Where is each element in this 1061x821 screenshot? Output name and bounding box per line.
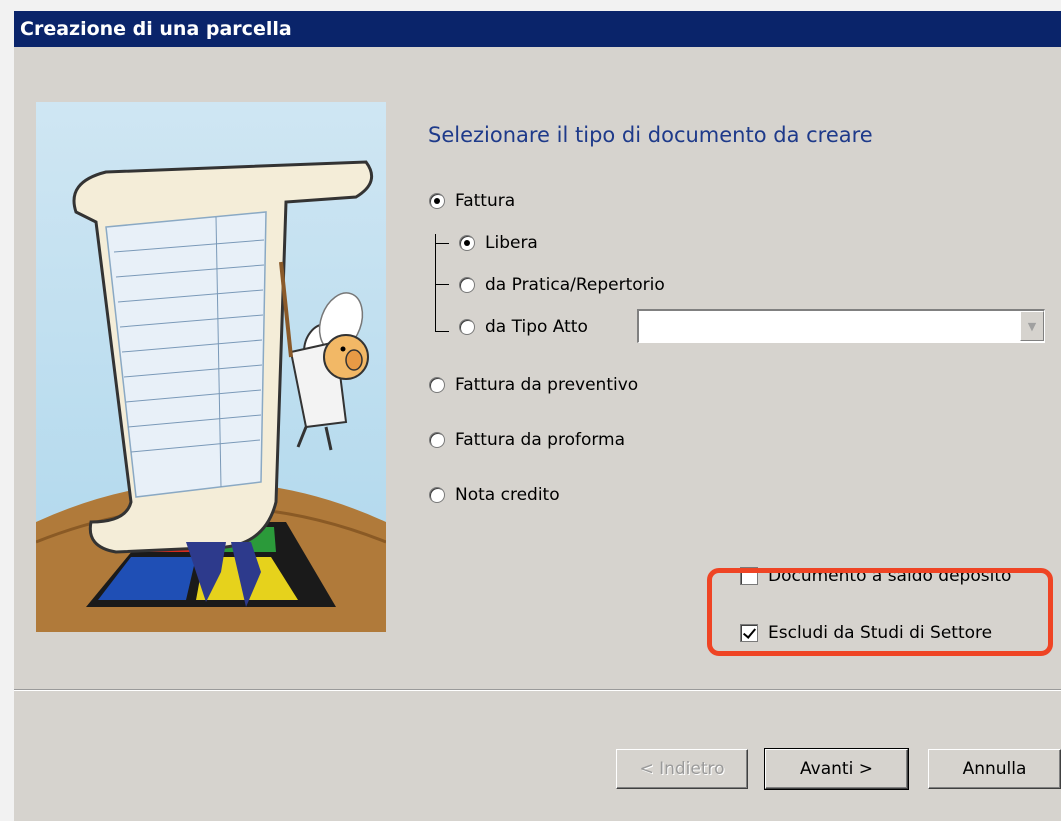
radio-da-pratica-label: da Pratica/Repertorio [485,275,665,295]
radio-libera-label: Libera [485,233,538,253]
tree-connector [435,331,449,332]
radio-button-indicator[interactable] [459,319,475,335]
tree-connector [435,243,449,244]
checkbox-indicator[interactable] [740,624,758,642]
tree-connector [435,234,436,332]
next-button[interactable]: Avanti > [764,748,909,790]
radio-button-indicator[interactable] [459,235,475,251]
radio-nota-credito-label: Nota credito [455,485,560,505]
window-title: Creazione di una parcella [14,11,1061,47]
radio-fattura-preventivo-label: Fattura da preventivo [455,375,639,395]
radio-button-indicator[interactable] [429,193,445,209]
footer-separator [14,689,1061,691]
radio-button-indicator[interactable] [429,377,445,393]
cancel-button-label: Annulla [962,759,1027,779]
radio-da-pratica-repertorio[interactable]: da Pratica/Repertorio [459,275,665,295]
checkbox-escludi-studi-settore[interactable]: Escludi da Studi di Settore [740,623,992,643]
dropdown-arrow-icon[interactable]: ▼ [1020,311,1044,341]
back-button[interactable]: < Indietro [616,749,748,789]
cancel-button[interactable]: Annulla [928,749,1061,789]
radio-da-tipo-atto-label: da Tipo Atto [485,317,588,337]
radio-da-tipo-atto[interactable]: da Tipo Atto [459,317,588,337]
radio-fattura-proforma-label: Fattura da proforma [455,430,626,450]
tipo-atto-combo[interactable]: ▼ [637,309,1045,343]
radio-libera[interactable]: Libera [459,233,538,253]
checkbox-escludi-studi-label: Escludi da Studi di Settore [768,623,993,643]
radio-fattura-da-preventivo[interactable]: Fattura da preventivo [429,375,638,395]
radio-fattura-label: Fattura [455,191,516,211]
next-button-label: Avanti > [800,759,873,779]
back-button-label: < Indietro [639,759,725,779]
radio-button-indicator[interactable] [429,487,445,503]
radio-button-indicator[interactable] [429,432,445,448]
wizard-dialog: Creazione di una parcella Selezionare il… [14,11,1061,821]
radio-nota-credito[interactable]: Nota credito [429,485,560,505]
radio-fattura-da-proforma[interactable]: Fattura da proforma [429,430,625,450]
tree-connector [435,284,449,285]
wizard-illustration [36,102,386,632]
radio-button-indicator[interactable] [459,277,475,293]
page-heading: Selezionare il tipo di documento da crea… [428,123,873,147]
radio-fattura[interactable]: Fattura [429,191,515,211]
